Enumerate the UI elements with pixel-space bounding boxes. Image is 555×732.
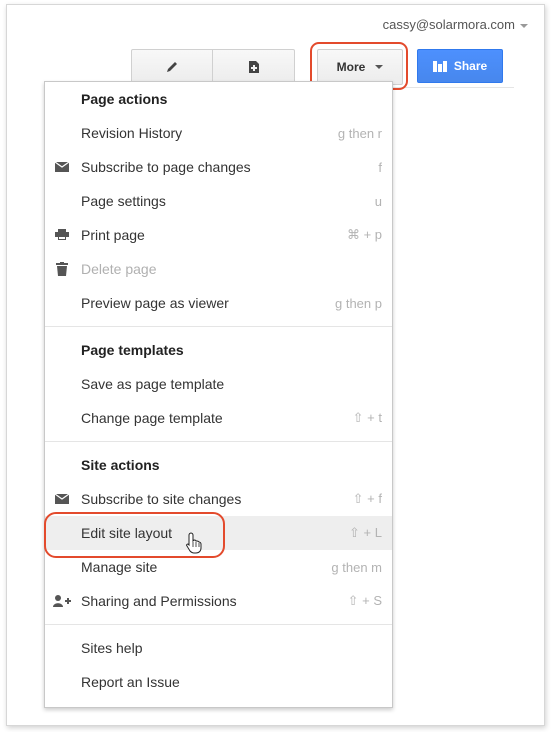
menu-item-label: Subscribe to page changes [81, 159, 251, 175]
menu-item-label: Sites help [81, 640, 143, 656]
shortcut-hint: g then p [335, 295, 382, 311]
shortcut-hint: ⌘ + p [346, 227, 382, 242]
page-actions-section: Page actions Revision History g then r S… [45, 82, 392, 320]
screenshot-frame: cassy@solarmora.com More Share Page acti… [0, 0, 555, 732]
share-button-label: Share [453, 59, 488, 73]
share-button[interactable]: Share [417, 49, 503, 83]
menu-item-label: Print page [81, 227, 145, 243]
menu-item-label: Page actions [81, 91, 168, 107]
menu-item-sharing-permissions[interactable]: Sharing and Permissions ⇧ + S [45, 584, 392, 618]
menu-item-label: Change page template [81, 410, 223, 426]
menu-item-page-settings[interactable]: Page settings u [45, 184, 392, 218]
menu-item-label: Subscribe to site changes [81, 491, 242, 507]
new-page-button[interactable] [213, 49, 295, 85]
shortcut-hint: ⇧ + L [349, 525, 382, 540]
menu-header-page-templates: Page templates [45, 333, 392, 367]
menu-item-subscribe-page[interactable]: Subscribe to page changes f [45, 150, 392, 184]
menu-item-change-template[interactable]: Change page template ⇧ + t [45, 401, 392, 435]
shortcut-hint: ⇧ + f [352, 491, 382, 506]
share-icon [432, 60, 447, 72]
shortcut-hint: ⇧ + t [352, 410, 382, 425]
pencil-icon [167, 62, 177, 72]
menu-separator [45, 326, 392, 327]
add-person-icon [53, 593, 71, 609]
menu-separator [45, 624, 392, 625]
menu-header-site-actions: Site actions [45, 448, 392, 482]
shortcut-hint: g then m [331, 559, 382, 575]
menu-item-report-issue[interactable]: Report an Issue [45, 665, 392, 699]
shortcut-hint: ⇧ + S [347, 593, 382, 608]
more-button[interactable]: More [317, 49, 403, 85]
menu-item-label: Sharing and Permissions [81, 593, 237, 609]
site-actions-section: Site actions Subscribe to site changes ⇧… [45, 448, 392, 618]
menu-item-save-template[interactable]: Save as page template [45, 367, 392, 401]
menu-item-edit-site-layout[interactable]: Edit site layout ⇧ + L [45, 516, 392, 550]
menu-item-sites-help[interactable]: Sites help [45, 631, 392, 665]
menu-item-print-page[interactable]: Print page ⌘ + p [45, 218, 392, 252]
envelope-icon [53, 159, 71, 175]
menu-item-revision-history[interactable]: Revision History g then r [45, 116, 392, 150]
hand-pointer-cursor-icon [186, 532, 202, 554]
menu-item-manage-site[interactable]: Manage site g then m [45, 550, 392, 584]
printer-icon [53, 227, 71, 243]
more-button-label: More [336, 60, 366, 74]
menu-item-label: Page settings [81, 193, 166, 209]
more-actions-menu: Page actions Revision History g then r S… [44, 81, 393, 708]
chevron-down-icon [520, 23, 528, 28]
menu-item-label: Preview page as viewer [81, 295, 229, 311]
menu-item-label: Page templates [81, 342, 184, 358]
menu-item-label: Delete page [81, 261, 157, 277]
menu-item-delete-page: Delete page [45, 252, 392, 286]
menu-item-label: Edit site layout [81, 525, 173, 541]
menu-item-label: Revision History [81, 125, 183, 141]
shortcut-hint: f [378, 159, 382, 175]
menu-item-label: Site actions [81, 457, 160, 473]
shortcut-hint: u [374, 193, 382, 209]
menu-item-subscribe-site[interactable]: Subscribe to site changes ⇧ + f [45, 482, 392, 516]
account-email: cassy@solarmora.com [382, 17, 515, 32]
page-templates-section: Page templates Save as page template Cha… [45, 333, 392, 435]
chevron-down-icon [375, 65, 384, 69]
help-section: Sites help Report an Issue [45, 631, 392, 699]
menu-item-preview-viewer[interactable]: Preview page as viewer g then p [45, 286, 392, 320]
menu-item-label: Report an Issue [81, 674, 180, 690]
menu-item-label: Manage site [81, 559, 158, 575]
edit-button-group [131, 49, 295, 85]
account-switcher[interactable]: cassy@solarmora.com [383, 17, 528, 32]
edit-page-button[interactable] [131, 49, 213, 85]
menu-separator [45, 441, 392, 442]
trash-icon [53, 261, 71, 277]
menu-item-label: Save as page template [81, 376, 225, 392]
new-page-icon [248, 61, 259, 73]
envelope-icon [53, 491, 71, 507]
menu-header-page-actions: Page actions [45, 82, 392, 116]
shortcut-hint: g then r [337, 125, 382, 141]
